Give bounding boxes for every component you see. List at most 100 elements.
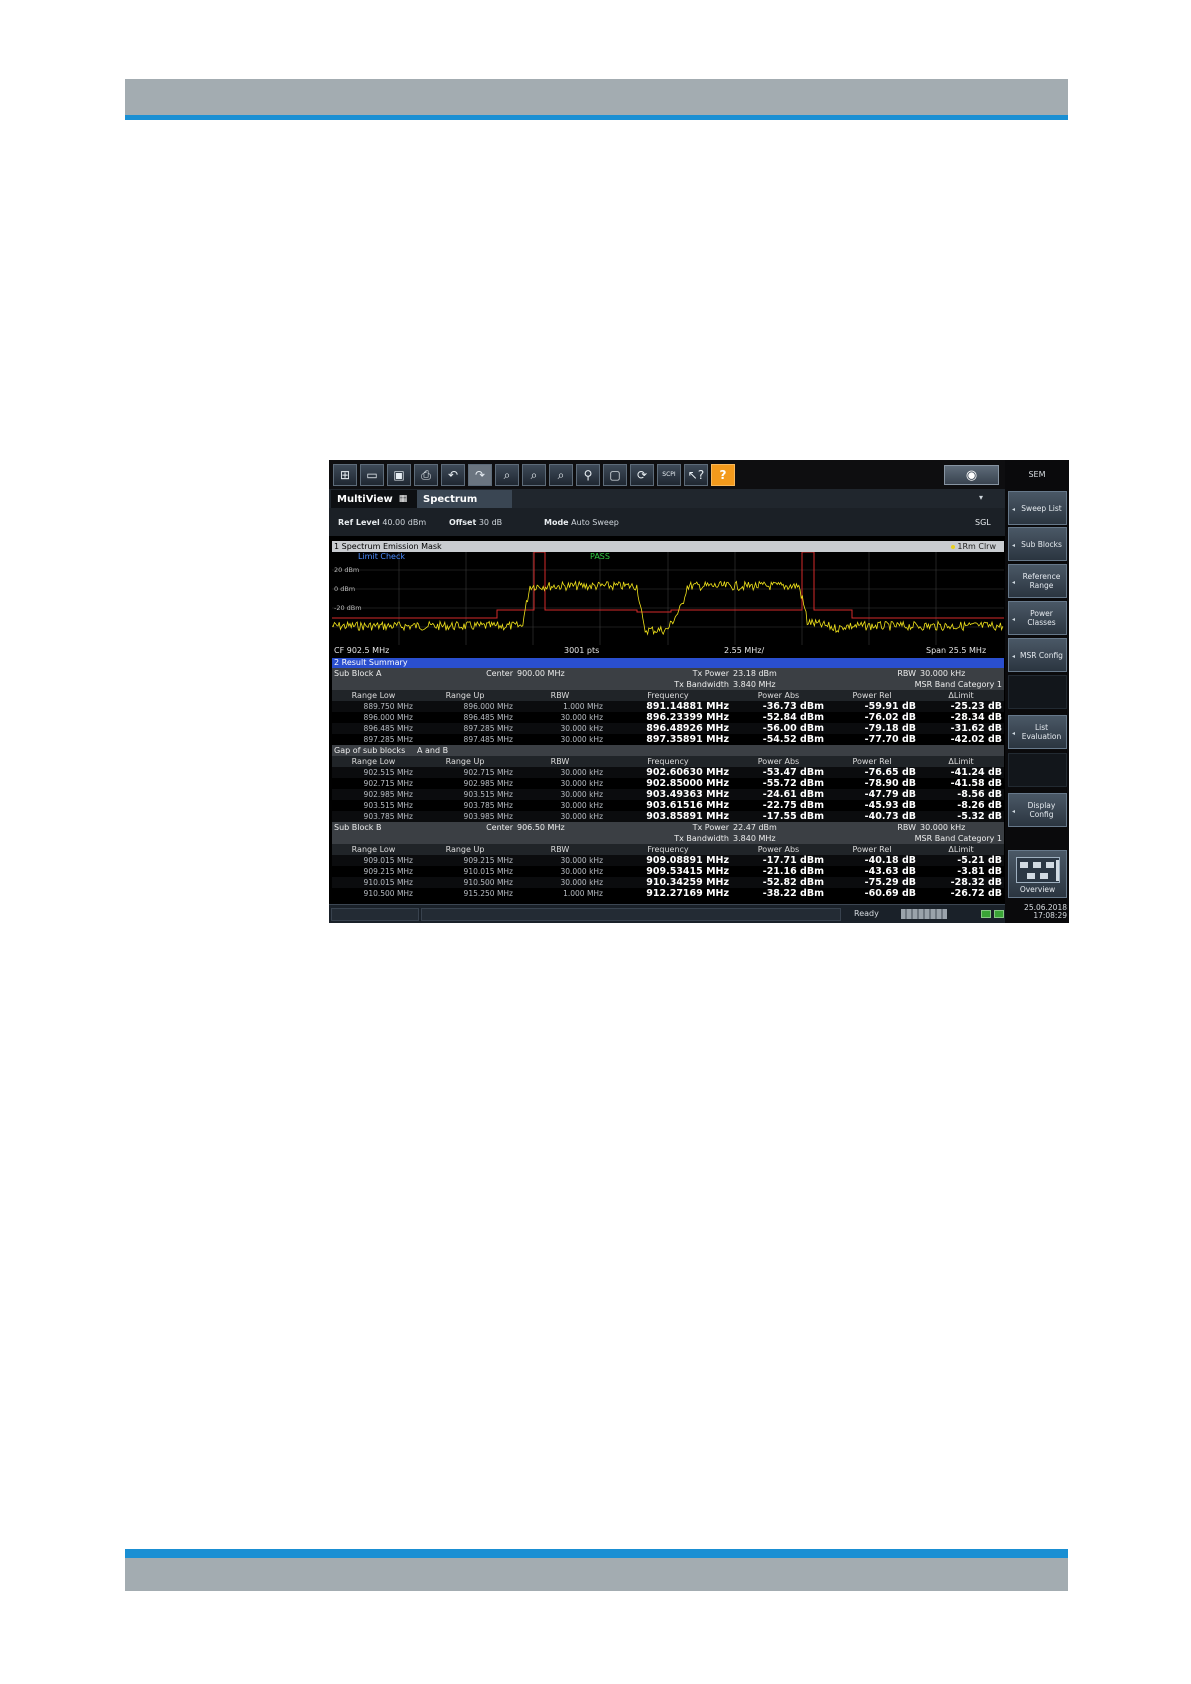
table-cell: -41.58 dB (950, 778, 1002, 789)
offset-key: Offset (449, 518, 477, 527)
offset-setting[interactable]: Offset 30 dB (449, 518, 502, 527)
status-message-field[interactable] (421, 908, 841, 921)
windows-icon[interactable]: ⊞ (333, 463, 357, 486)
column-header: Frequency (605, 690, 731, 701)
context-help-icon[interactable]: ↖? (684, 463, 708, 486)
diagram-footer: CF 902.5 MHz 3001 pts 2.55 MHz/ Span 25.… (332, 645, 1004, 656)
center-key: Center (415, 822, 515, 833)
pass-label: PASS (590, 552, 610, 561)
table-cell: 902.985 MHz (463, 779, 513, 788)
table-cell: 30.000 kHz (560, 801, 603, 810)
channel-settings-bar[interactable]: Ref Level 40.00 dBm Offset 30 dB Mode Au… (329, 508, 1005, 536)
ready-status: Ready (854, 909, 879, 918)
column-header: Frequency (605, 756, 731, 767)
print-icon[interactable]: ⎙ (414, 463, 438, 486)
table-cell: 1.000 MHz (515, 701, 605, 712)
ref-level-key: Ref Level (338, 518, 380, 527)
redo-icon[interactable]: ↷ (468, 463, 492, 486)
gap-name: Gap of sub blocks (332, 745, 415, 756)
diagram-title: 1 Spectrum Emission Mask (334, 542, 442, 551)
overview-diagram-icon (1015, 857, 1060, 883)
column-header: Range Low (332, 844, 415, 855)
sub-block-header-row: Sub Block B Center 906.50 MHz Tx Power 22.47… (332, 822, 1004, 833)
table-cell: 896.485 MHz (332, 723, 415, 734)
column-header: Range Low (332, 756, 415, 767)
result-summary-title[interactable]: 2 Result Summary (332, 658, 1004, 668)
table-cell: -25.23 dB (918, 701, 1004, 712)
tab-multiview-label: MultiView (337, 493, 393, 505)
column-header: RBW (515, 844, 605, 855)
sub-block-name: Sub Block A (332, 668, 415, 679)
zoom-1to1-icon[interactable]: ⚲ (576, 463, 600, 486)
table-cell: -79.18 dB (826, 723, 918, 734)
zoom-area-icon[interactable]: ⌕ (495, 463, 519, 486)
table-cell: 903.515 MHz (363, 801, 413, 810)
table-cell: -36.73 dBm (731, 701, 826, 712)
softkey-display-config[interactable]: ◂ Display Config (1008, 793, 1067, 827)
table-cell: 902.715 MHz (363, 779, 413, 788)
multi-zoom-icon[interactable]: ⌕ (522, 463, 546, 486)
open-folder-icon[interactable]: ▭ (360, 463, 384, 486)
softkey-sweep-list[interactable]: ◂ Sweep List (1008, 491, 1067, 525)
softkey-label: MSR Config (1020, 650, 1063, 660)
table-cell: -56.00 dBm (731, 723, 826, 734)
table-cell: -5.21 dB (918, 855, 1004, 866)
refresh-icon[interactable]: ⟳ (630, 463, 654, 486)
table-cell: -28.34 dB (950, 712, 1002, 723)
table-cell: -5.32 dB (918, 811, 1004, 822)
table-cell: 1.000 MHz (563, 889, 603, 898)
softkey-menu-title: SEM (1028, 470, 1046, 479)
softkey-arrow-icon: ◂ (1012, 730, 1016, 737)
tab-spectrum[interactable]: Spectrum (417, 490, 512, 508)
softkey-power-classes[interactable]: ◂ Power Classes (1008, 601, 1067, 635)
table-cell: 909.015 MHz (332, 855, 415, 866)
table-cell: -45.93 dB (864, 800, 916, 811)
diagram-title-bar[interactable]: 1 Spectrum Emission Mask 1Rm Clrw (332, 541, 1004, 552)
table-cell: 30.000 kHz (560, 867, 603, 876)
tx-bandwidth-key: Tx Bandwidth (605, 833, 731, 844)
fullscreen-icon[interactable]: ▢ (603, 463, 627, 486)
status-field[interactable] (331, 908, 419, 921)
undo-icon[interactable]: ↶ (441, 463, 465, 486)
softkey-overview[interactable]: Overview (1008, 850, 1067, 898)
scpi-icon[interactable]: SCPI (657, 463, 681, 486)
band-category: MSR Band Category 1 (826, 833, 1004, 844)
screenshot-camera-icon[interactable]: ◉ (944, 465, 999, 485)
tab-multiview[interactable]: MultiView ▦ (331, 490, 417, 508)
table-cell: 896.485 MHz (463, 713, 513, 722)
table-cell: 912.27169 MHz (646, 888, 729, 899)
save-icon[interactable]: ▣ (387, 463, 411, 486)
table-cell: -54.52 dBm (762, 734, 824, 745)
table-cell: 896.000 MHz (415, 701, 515, 712)
ref-level-setting[interactable]: Ref Level 40.00 dBm (338, 518, 426, 527)
toolbar: ⊞ ▭ ▣ ⎙ ↶ ↷ ⌕ ⌕ ⌕ ⚲ ▢ ⟳ SCPI ↖? ? ◉ (329, 460, 1005, 489)
table-cell: 30.000 kHz (560, 735, 603, 744)
table-row: 902.715 MHz 902.985 MHz 30.000 kHz 902.8500… (332, 778, 1004, 789)
zoom-off-icon[interactable]: ⌕ (549, 463, 573, 486)
table-row: 903.515 MHz 903.785 MHz 30.000 kHz 903.6151… (332, 800, 1004, 811)
mode-setting[interactable]: Mode Auto Sweep (544, 518, 619, 527)
table-cell: -8.56 dB (918, 789, 1004, 800)
table-cell (332, 833, 605, 844)
column-header: ΔLimit (918, 690, 1004, 701)
softkey-msr-config[interactable]: ◂ MSR Config (1008, 638, 1067, 672)
table-cell: 30.000 kHz (515, 811, 605, 822)
spectrum-diagram[interactable]: Limit Check PASS 20 dBm 0 dBm -20 dBm (332, 552, 1004, 645)
softkey-reference-range[interactable]: ◂ Reference Range (1008, 564, 1067, 598)
ref-level-value: 40.00 dBm (382, 518, 427, 527)
column-header: Power Rel (826, 844, 918, 855)
softkey-list-evaluation[interactable]: ◂ List Evaluation (1008, 715, 1067, 749)
table-cell: 30.000 kHz (515, 723, 605, 734)
table-row: 896.485 MHz 897.285 MHz 30.000 kHz 896.4892… (332, 723, 1004, 734)
softkey-sub-blocks[interactable]: ◂ Sub Blocks (1008, 527, 1067, 561)
tab-dropdown-icon[interactable]: ▾ (979, 493, 983, 502)
channel-tab-bar: MultiView ▦ Spectrum ▾ (329, 489, 1005, 508)
table-cell: 897.485 MHz (463, 735, 513, 744)
table-cell: 903.49363 MHz (605, 789, 731, 800)
table-cell: 903.61516 MHz (646, 800, 729, 811)
sub-block-header-row: Tx Bandwidth 3.840 MHz MSR Band Category 1 (332, 679, 1004, 690)
help-icon[interactable]: ? (711, 463, 735, 486)
date-time-display: 25.06.2018 17:08:29 (1019, 904, 1067, 920)
table-cell: -22.75 dBm (762, 800, 824, 811)
remote-status-icon (994, 910, 1004, 918)
